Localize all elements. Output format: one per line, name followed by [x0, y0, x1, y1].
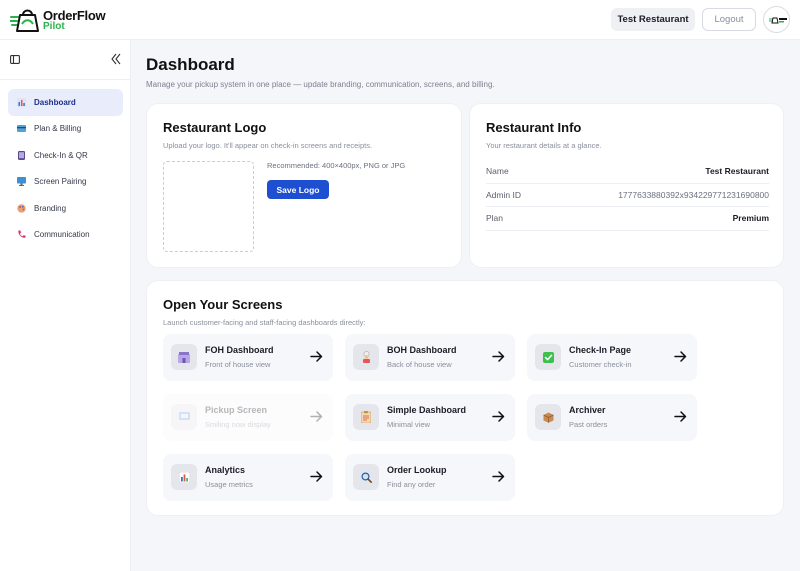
- box-icon: [535, 404, 561, 430]
- sidebar-item-label: Plan & Billing: [34, 124, 82, 134]
- tile-subtitle: Usage metrics: [205, 480, 253, 489]
- checkmark-icon: [535, 344, 561, 370]
- tile-title: Check-In Page: [569, 345, 632, 355]
- tile-subtitle: Customer check-in: [569, 360, 632, 369]
- info-value: 1777633880392x934229771231690800: [618, 189, 769, 200]
- arrow-right-icon: [492, 411, 505, 422]
- logo-recommendation: Recommended: 400×400px, PNG or JPG: [267, 161, 406, 170]
- arrow-right-icon: [674, 351, 687, 362]
- top-bar: OrderFlow Pilot Test Restaurant Logout: [0, 0, 800, 40]
- tile-title: Archiver: [569, 405, 606, 415]
- sidebar-item-label: Communication: [34, 230, 90, 240]
- tile-title: FOH Dashboard: [205, 345, 274, 355]
- tile-subtitle: Smiling now display: [205, 420, 271, 429]
- pickup-icon: [171, 404, 197, 430]
- open-screens-card: Open Your Screens Launch customer-facing…: [146, 280, 784, 516]
- info-card-subtitle: Your restaurant details at a glance.: [486, 141, 602, 150]
- arrow-right-icon: [674, 411, 687, 422]
- sidebar-item-branding[interactable]: Branding: [8, 195, 123, 222]
- brand-subname: Pilot: [43, 21, 65, 32]
- info-value: Premium: [732, 213, 769, 224]
- sidebar-item-label: Check-In & QR: [34, 150, 88, 160]
- arrow-right-icon: [310, 471, 323, 482]
- save-logo-button[interactable]: Save Logo: [267, 180, 329, 199]
- arrow-right-icon: [492, 471, 505, 482]
- arrow-right-icon: [492, 351, 505, 362]
- tile-order-lookup[interactable]: Order Lookup Find any order: [345, 454, 515, 501]
- tile-title: Simple Dashboard: [387, 405, 467, 415]
- tile-subtitle: Front of house view: [205, 360, 271, 369]
- sidebar-header: [0, 40, 131, 80]
- sidebar-item-dashboard[interactable]: Dashboard: [8, 89, 123, 116]
- info-value: Test Restaurant: [705, 166, 769, 177]
- monitor-icon: [17, 177, 26, 187]
- tile-title: Analytics: [205, 465, 246, 475]
- sidebar-item-label: Branding: [34, 203, 67, 213]
- arrow-right-icon: [310, 351, 323, 362]
- tile-subtitle: Past orders: [569, 420, 608, 429]
- sidebar-nav: Dashboard Plan & Billing Check-In & QR S…: [8, 89, 123, 248]
- tile-subtitle: Back of house view: [387, 360, 452, 369]
- info-row-plan: Plan Premium: [486, 207, 769, 231]
- sidebar-toggle-icon[interactable]: [10, 55, 20, 64]
- bar-chart-icon: [17, 97, 26, 107]
- arrow-right-icon: [310, 411, 323, 422]
- clipboard-icon: [353, 404, 379, 430]
- logo-card-title: Restaurant Logo: [163, 120, 267, 135]
- tile-archiver[interactable]: Archiver Past orders: [527, 394, 697, 441]
- sidebar: Dashboard Plan & Billing Check-In & QR S…: [0, 40, 131, 571]
- tile-title: BOH Dashboard: [387, 345, 457, 355]
- logo-card-subtitle: Upload your logo. It'll appear on check-…: [163, 141, 373, 150]
- foh-icon: [171, 344, 197, 370]
- tile-subtitle: Find any order: [387, 480, 436, 489]
- avatar-logo-icon: [769, 17, 787, 24]
- info-row-admin-id: Admin ID 1777633880392x93422977123169080…: [486, 184, 769, 207]
- collapse-chevrons-icon[interactable]: [111, 53, 121, 65]
- restaurant-button[interactable]: Test Restaurant: [611, 8, 695, 31]
- tile-simple-dashboard[interactable]: Simple Dashboard Minimal view: [345, 394, 515, 441]
- info-card-title: Restaurant Info: [486, 120, 582, 135]
- sidebar-item-check-in-qr[interactable]: Check-In & QR: [8, 142, 123, 169]
- page-subtitle: Manage your pickup system in one place —…: [146, 80, 495, 89]
- tile-pickup-screen: Pickup Screen Smiling now display: [163, 394, 333, 441]
- tile-title: Pickup Screen: [205, 405, 268, 415]
- tile-analytics[interactable]: Analytics Usage metrics: [163, 454, 333, 501]
- logo-upload-dropzone[interactable]: [163, 161, 254, 252]
- logout-button[interactable]: Logout: [702, 8, 756, 31]
- tile-title: Order Lookup: [387, 465, 447, 475]
- tile-subtitle: Minimal view: [387, 420, 430, 429]
- brand-logo[interactable]: OrderFlow Pilot: [10, 6, 106, 34]
- sidebar-item-label: Dashboard: [34, 97, 76, 107]
- info-row-name: Name Test Restaurant: [486, 160, 769, 184]
- page-title: Dashboard: [146, 55, 235, 74]
- sidebar-item-plan-billing[interactable]: Plan & Billing: [8, 116, 123, 143]
- credit-card-icon: [17, 124, 26, 133]
- sidebar-item-screen-pairing[interactable]: Screen Pairing: [8, 169, 123, 196]
- magnifier-icon: [353, 464, 379, 490]
- screens-card-title: Open Your Screens: [163, 297, 283, 312]
- tile-boh-dashboard[interactable]: BOH Dashboard Back of house view: [345, 334, 515, 381]
- sidebar-item-label: Screen Pairing: [34, 177, 87, 187]
- info-key: Plan: [486, 213, 504, 224]
- palette-icon: [17, 204, 26, 213]
- brand-bag-icon: [10, 9, 39, 32]
- info-key: Name: [486, 166, 509, 177]
- screens-card-subtitle: Launch customer-facing and staff-facing …: [163, 318, 366, 327]
- tile-check-in-page[interactable]: Check-In Page Customer check-in: [527, 334, 697, 381]
- avatar[interactable]: [763, 6, 790, 33]
- info-key: Admin ID: [486, 189, 521, 200]
- chart-icon: [171, 464, 197, 490]
- restaurant-logo-card: Restaurant Logo Upload your logo. It'll …: [146, 103, 462, 268]
- phone-icon: [17, 150, 26, 160]
- chef-icon: [353, 344, 379, 370]
- restaurant-info-card: Restaurant Info Your restaurant details …: [469, 103, 784, 268]
- tile-foh-dashboard[interactable]: FOH Dashboard Front of house view: [163, 334, 333, 381]
- telephone-icon: [17, 230, 26, 239]
- sidebar-item-communication[interactable]: Communication: [8, 222, 123, 249]
